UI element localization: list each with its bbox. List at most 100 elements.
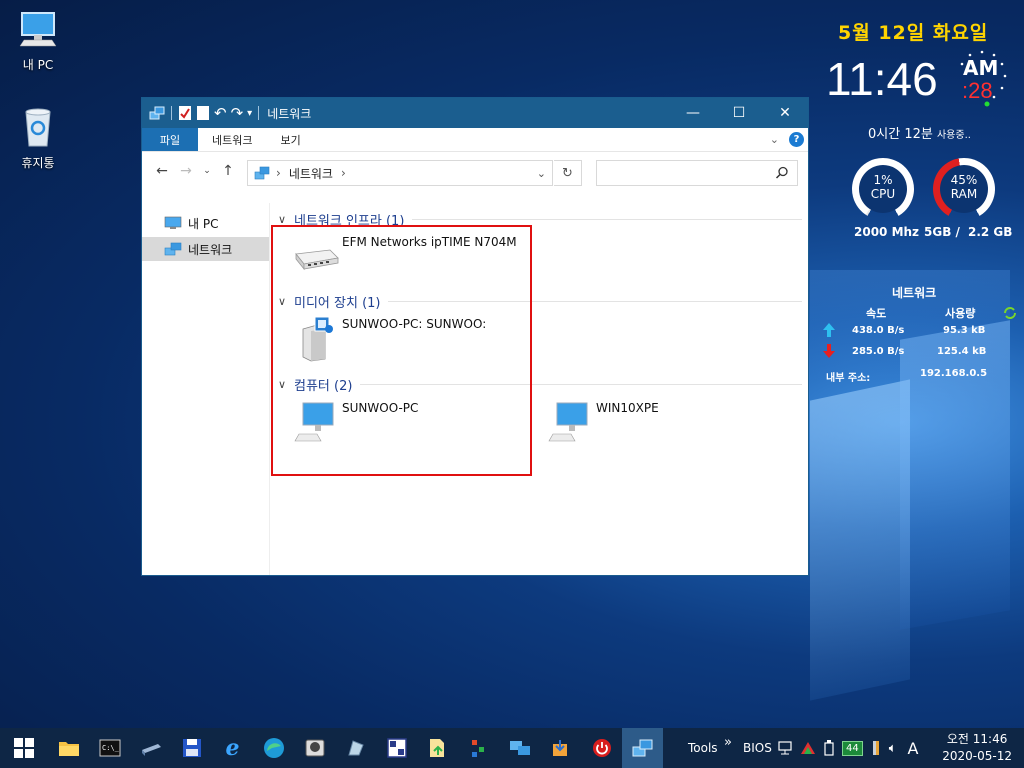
taskbar-file-explorer[interactable] [48,728,89,768]
tools-more-button[interactable]: » [724,722,732,762]
close-button[interactable]: ✕ [762,98,808,128]
address-dropdown-icon[interactable]: ⌄ [537,167,546,180]
tab-file[interactable]: 파일 [142,128,198,151]
new-document-icon[interactable] [196,105,210,121]
nav-item-network[interactable]: 네트워크 [142,237,269,261]
recent-locations-icon[interactable]: ⌄ [198,166,216,176]
taskbar-clock[interactable]: 오전 11:46 2020-05-12 [942,731,1012,765]
network-speed-header: 속도 [866,307,887,320]
up-button[interactable]: ↑ [216,163,240,179]
breadcrumb-separator-icon: › [276,166,281,180]
nav-item-label: 네트워크 [188,242,233,257]
ram-free: 2.2 GB [968,225,1013,239]
cpu-percent: 1% [873,173,893,187]
ram-total: 5GB / [924,225,960,239]
breadcrumb-network[interactable]: 네트워크 [289,165,333,182]
taskbar-install-tool[interactable] [540,728,581,768]
computer-icon [19,12,57,47]
taskbar-power[interactable] [581,728,622,768]
expand-ribbon-icon[interactable]: ⌄ [770,133,779,146]
cpu-label: CPU [870,187,896,201]
ime-indicator[interactable]: A [908,739,919,758]
taskbar-partition-tool[interactable] [376,728,417,768]
item-name: WIN10XPE [596,401,659,415]
wallpaper-light [900,320,1010,630]
refresh-button[interactable]: ↻ [554,160,582,186]
grid-icon [386,738,407,758]
back-button[interactable]: ← [150,163,174,179]
computer-icon [548,402,588,442]
ram-percent: 45% [950,173,978,187]
taskbar-network-setup[interactable] [499,728,540,768]
address-bar[interactable]: › 네트워크 › ⌄ [247,160,553,186]
taskbar-backup[interactable] [171,728,212,768]
taskbar-date: 2020-05-12 [942,749,1012,763]
taskbar-command-prompt[interactable]: C:\_ [89,728,130,768]
triangle-app-icon[interactable] [800,740,816,756]
refresh-icon[interactable] [1002,306,1018,320]
recycle-bin-icon [25,108,51,147]
desktop-icon-this-pc[interactable]: 내 PC [8,10,68,73]
search-icon [775,166,788,179]
help-icon[interactable]: ? [789,132,804,147]
pencil-icon[interactable] [870,739,882,757]
nav-item-this-pc[interactable]: 내 PC [142,211,269,235]
taskbar-time: 오전 11:46 [946,732,1008,746]
undo-icon[interactable]: ↶ [214,104,227,122]
drive-icon [141,744,161,756]
tools-label: Tools [688,741,718,755]
taskbar-edge[interactable] [253,728,294,768]
breadcrumb-separator-icon: › [340,166,346,180]
taskbar-document-export[interactable] [417,728,458,768]
volume-icon[interactable]: 🔈︎ [889,741,897,756]
power-icon [592,739,611,757]
tools-toolbar[interactable]: Tools [688,728,718,768]
network-status-icon[interactable] [777,740,793,756]
network-widget-title: 네트워크 [892,286,937,300]
taskbar-tree-tool[interactable] [458,728,499,768]
internet-explorer-icon: e [225,735,240,761]
windows-logo-icon [14,738,34,758]
network-icon [254,166,270,180]
ram-gauge-label: 45% RAM [933,158,995,220]
ip-label: 내부 주소: [826,373,871,384]
forward-button[interactable]: → [174,163,198,179]
network-icon [149,106,165,120]
tree-icon [471,740,484,757]
computer-icon [164,216,182,229]
wallpaper-light [810,379,910,701]
ribbon: 파일 네트워크 보기 ⌄ ? [142,128,808,152]
taskbar-network-explorer[interactable] [622,728,663,768]
taskbar-internet-explorer[interactable]: e [212,728,253,768]
bios-button[interactable]: BIOS [743,728,772,768]
system-tray: 44 🔈︎ A [777,728,919,768]
collapse-chevron-icon: ∨ [278,212,287,226]
navigation-pane: 내 PC 네트워크 [142,203,270,575]
taskbar-tool[interactable] [335,728,376,768]
red-highlight-box [271,225,532,476]
network-computers-icon [509,741,530,755]
taskbar-disk-tool[interactable] [130,728,171,768]
maximize-button[interactable]: ☐ [716,98,762,128]
pen-tool-icon [347,740,364,756]
taskbar-drive-manager[interactable] [294,728,335,768]
tab-view[interactable]: 보기 [266,128,314,151]
properties-icon[interactable] [178,105,192,121]
network-icon [632,739,652,757]
redo-icon[interactable]: ↷ [231,104,244,122]
list-item[interactable]: WIN10XPE [542,399,659,447]
customize-toolbar-icon[interactable]: ▾ [247,108,252,119]
network-icon [164,242,182,256]
search-input[interactable] [596,160,798,186]
minimize-button[interactable]: — [670,98,716,128]
taskbar: C:\_ e Tools » BIOS 44 🔈︎ A 오전 11:46 202… [0,728,1024,768]
battery-badge[interactable]: 44 [842,740,863,756]
start-button[interactable] [0,728,48,768]
title-bar[interactable]: ↶ ↷ ▾ 네트워크 — ☐ ✕ [142,98,808,128]
desktop-icon-recycle-bin[interactable]: 휴지통 [8,106,68,171]
ram-label: RAM [950,187,978,201]
document-arrow-icon [429,739,444,757]
usb-drive-icon[interactable] [823,739,835,757]
tab-network[interactable]: 네트워크 [198,128,266,151]
svg-text:C:\_: C:\_ [102,744,120,752]
